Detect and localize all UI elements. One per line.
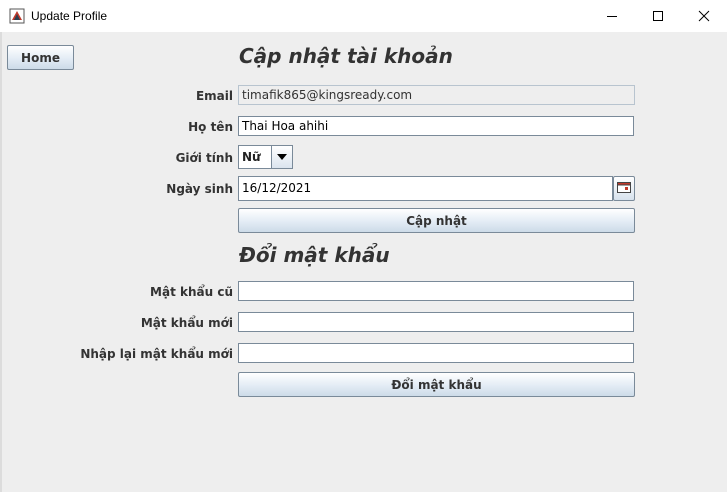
update-profile-button[interactable]: Cập nhật — [238, 208, 635, 233]
minimize-button[interactable] — [589, 0, 635, 32]
gender-value: Nữ — [242, 150, 261, 164]
gender-label: Giới tính — [175, 151, 233, 165]
profile-heading: Cập nhật tài khoản — [239, 44, 453, 68]
app-java-icon — [9, 8, 25, 24]
calendar-icon — [617, 181, 631, 196]
password-heading: Đổi mật khẩu — [239, 243, 390, 267]
close-icon — [698, 10, 710, 22]
old-password-label: Mật khẩu cũ — [150, 285, 233, 299]
calendar-button[interactable] — [613, 176, 635, 201]
home-button[interactable]: Home — [7, 45, 74, 70]
old-password-field[interactable] — [238, 281, 634, 301]
name-field[interactable]: Thai Hoa ahihi — [238, 116, 634, 136]
close-button[interactable] — [681, 0, 727, 32]
maximize-icon — [652, 10, 664, 22]
new-password-label: Mật khẩu mới — [140, 316, 233, 330]
email-field: timafik865@kingsready.com — [238, 85, 635, 105]
email-label: Email — [195, 89, 233, 103]
dob-label: Ngày sinh — [166, 182, 233, 196]
gender-select[interactable]: Nữ — [238, 145, 293, 169]
change-password-button[interactable]: Đổi mật khẩu — [238, 372, 635, 397]
minimize-icon — [606, 10, 618, 22]
confirm-password-label: Nhập lại mật khẩu mới — [80, 347, 233, 361]
maximize-button[interactable] — [635, 0, 681, 32]
confirm-password-field[interactable] — [238, 343, 634, 363]
chevron-down-icon[interactable] — [271, 146, 292, 168]
window-title: Update Profile — [31, 9, 108, 23]
name-label: Họ tên — [188, 120, 233, 134]
dob-field[interactable]: 16/12/2021 — [238, 176, 613, 201]
new-password-field[interactable] — [238, 312, 634, 332]
title-bar: Update Profile — [0, 0, 727, 32]
window-border — [0, 32, 2, 492]
